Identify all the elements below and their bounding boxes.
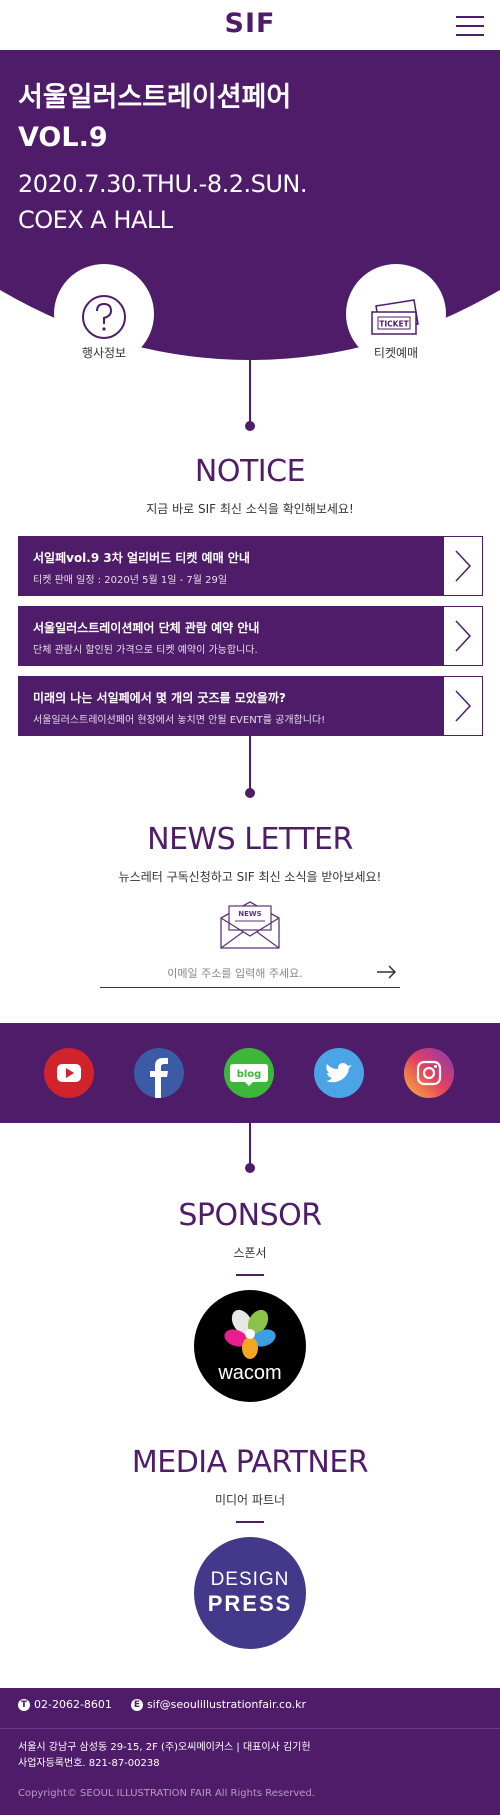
hamburger-menu-icon[interactable] [456, 14, 484, 38]
instagram-icon [404, 1048, 454, 1098]
footer-copyright: Copyright© SEOUL ILLUSTRATION FAIR All R… [18, 1788, 315, 1799]
chevron-right-icon [455, 550, 472, 582]
footer-business-number: 사업자등록번호. 821-87-00238 [18, 1758, 160, 1769]
design-press-line1: DESIGN [210, 1569, 290, 1590]
email-icon: E [130, 1699, 143, 1711]
media-partner-title: MEDIA PARTNER [131, 1445, 369, 1480]
footer-address: 서울시 강남구 삼성동 29-15, 2F (주)오씨메이커스 | 대표이사 김… [18, 1742, 311, 1753]
hero-date: 2020.7.30.THU.-8.2.SUN. [18, 170, 308, 198]
newsletter-subtitle: 뉴스레터 구독신청하고 SIF 최신 소식을 받아보세요! [118, 870, 382, 884]
connector-line [249, 360, 251, 424]
connector-line [249, 1123, 251, 1167]
site-logo[interactable]: SIF [0, 8, 500, 39]
notice-item-desc: 서울일러스트레이션페어 현장에서 놓치면 안될 EVENT를 공개합니다! [33, 715, 326, 726]
quick-link-ticket[interactable]: TICKET 티켓예매 [346, 298, 446, 361]
hero-title: 서울일러스트레이션페어 VOL.9 [18, 78, 291, 158]
quick-link-event-info[interactable]: 행사정보 [54, 294, 154, 361]
footer-address-block: 서울시 강남구 삼성동 29-15, 2F (주)오씨메이커스 | 대표이사 김… [18, 1740, 311, 1772]
notice-item-desc: 티켓 판매 일정 : 2020년 5월 1일 - 7월 29일 [33, 575, 228, 586]
ticket-icon-text: TICKET [379, 320, 409, 329]
hero-venue: COEX A HALL [18, 206, 173, 234]
notice-title: NOTICE [194, 454, 306, 489]
blog-link[interactable]: blog [224, 1048, 274, 1098]
blog-icon: blog [230, 1064, 268, 1086]
footer-contact: T 02-2062-8601 Esif@seoulillustrationfair… [18, 1698, 306, 1718]
connector-dot [245, 788, 255, 798]
hero-title-line1: 서울일러스트레이션페어 [18, 82, 292, 113]
notice-item-title: 서울일러스트레이션페어 단체 관람 예약 안내 [33, 621, 260, 635]
question-circle-icon [82, 295, 126, 339]
ticket-icon: TICKET [371, 299, 419, 335]
newsletter-form [100, 960, 400, 988]
email-input[interactable] [100, 962, 370, 984]
chevron-right-icon [455, 620, 472, 652]
facebook-icon [150, 1058, 168, 1098]
hero-event-info: 2020.7.30.THU.-8.2.SUN. COEX A HALL [18, 166, 308, 238]
notice-item[interactable]: 서울일러스트레이션페어 단체 관람 예약 안내 단체 관람시 할인된 가격으로 … [18, 606, 483, 666]
facebook-link[interactable] [134, 1048, 184, 1098]
footer-phone[interactable]: 02-2062-8601 [34, 1698, 112, 1711]
sponsor-title: SPONSOR [178, 1198, 322, 1233]
social-links-band: blog [0, 1023, 500, 1123]
footer: T 02-2062-8601 Esif@seoulillustrationfair… [0, 1688, 500, 1815]
youtube-icon [57, 1064, 81, 1082]
wacom-logo[interactable]: wacom [194, 1290, 306, 1402]
twitter-link[interactable] [314, 1048, 364, 1098]
newsletter-title: NEWS LETTER [147, 822, 353, 857]
footer-email[interactable]: sif@seoulillustrationfair.co.kr [147, 1698, 306, 1711]
connector-dot [245, 1163, 255, 1173]
notice-item-title: 서일페vol.9 3차 얼리버드 티켓 예매 안내 [33, 551, 250, 565]
instagram-link[interactable] [404, 1048, 454, 1098]
notice-arrow-button[interactable] [444, 537, 482, 595]
hero-title-line2: VOL.9 [18, 122, 108, 153]
newsletter-icon-text: NEWS [238, 910, 261, 918]
newsletter-envelope-icon: NEWS [220, 901, 280, 949]
wacom-logo-text: wacom [218, 1362, 282, 1384]
notice-item-title: 미래의 나는 서일페에서 몇 개의 굿즈를 모았을까? [33, 691, 286, 705]
twitter-icon [326, 1063, 352, 1083]
arrow-right-icon[interactable] [376, 964, 398, 980]
notice-subtitle: 지금 바로 SIF 최신 소식을 확인해보세요! [146, 502, 354, 516]
blog-icon-text: blog [237, 1069, 262, 1080]
hero-banner: 서울일러스트레이션페어 VOL.9 2020.7.30.THU.-8.2.SUN… [0, 50, 500, 370]
wacom-mark-icon [224, 1309, 276, 1359]
footer-divider [0, 1728, 500, 1729]
notice-item-desc: 단체 관람시 할인된 가격으로 티켓 예약이 가능합니다. [33, 645, 258, 656]
header: SIF [0, 0, 500, 50]
media-partner-subtitle: 미디어 파트너 [214, 1493, 286, 1507]
notice-item[interactable]: 미래의 나는 서일페에서 몇 개의 굿즈를 모았을까? 서울일러스트레이션페어 … [18, 676, 483, 736]
notice-arrow-button[interactable] [444, 607, 482, 665]
section-divider [236, 1274, 264, 1276]
connector-line [249, 736, 251, 792]
connector-dot [245, 421, 255, 431]
chevron-right-icon [455, 690, 472, 722]
youtube-link[interactable] [44, 1048, 94, 1098]
section-divider [236, 1521, 264, 1523]
design-press-logo[interactable]: DESIGN PRESS [194, 1537, 306, 1649]
quick-link-ticket-label: 티켓예매 [373, 346, 419, 360]
design-press-line2: PRESS [207, 1591, 293, 1616]
notice-arrow-button[interactable] [444, 677, 482, 735]
quick-link-event-info-label: 행사정보 [81, 346, 127, 360]
phone-icon: T [18, 1699, 30, 1711]
sponsor-subtitle: 스폰서 [233, 1246, 267, 1260]
notice-item[interactable]: 서일페vol.9 3차 얼리버드 티켓 예매 안내 티켓 판매 일정 : 202… [18, 536, 483, 596]
